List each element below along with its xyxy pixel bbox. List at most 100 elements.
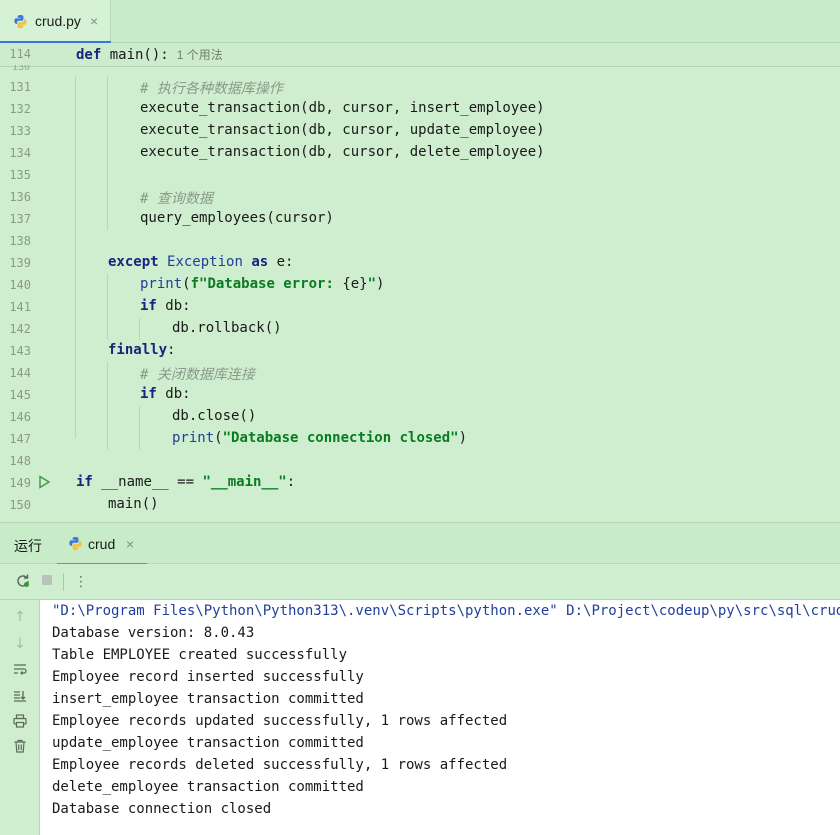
code-token: e: bbox=[276, 254, 294, 270]
python-file-icon bbox=[14, 14, 27, 29]
code-line[interactable]: 140 print(f"Database error: {e}") bbox=[0, 274, 840, 296]
code-line[interactable]: 138 bbox=[0, 230, 840, 252]
console-output-line: Employee records deleted successfully, 1… bbox=[52, 757, 508, 773]
code-token: as bbox=[251, 254, 277, 270]
line-number: 147 bbox=[9, 432, 31, 446]
code-token: # 关闭数据库连接 bbox=[140, 367, 255, 383]
print-icon[interactable] bbox=[11, 714, 29, 732]
code-token: ( bbox=[214, 430, 223, 446]
run-console-output[interactable]: "D:\Program Files\Python\Python313\.venv… bbox=[40, 600, 840, 835]
code-line[interactable]: 147 print("Database connection closed") bbox=[0, 428, 840, 450]
code-line[interactable]: 146 db.close() bbox=[0, 406, 840, 428]
scroll-to-end-icon[interactable] bbox=[11, 689, 29, 707]
code-line[interactable]: 136 # 查询数据 bbox=[0, 186, 840, 208]
console-side-rail: ↑ ↓ bbox=[0, 600, 40, 835]
code-token: : bbox=[167, 342, 176, 358]
line-number: 136 bbox=[9, 190, 31, 204]
code-text: print("Database connection closed") bbox=[172, 430, 467, 446]
sticky-code: def main(): 1 个用法 bbox=[76, 46, 223, 63]
stop-icon[interactable] bbox=[38, 573, 56, 591]
code-token: if bbox=[76, 474, 102, 490]
code-line[interactable]: 149 if __name__ == "__main__": bbox=[0, 472, 840, 494]
code-token: " bbox=[367, 276, 377, 292]
soft-wrap-icon[interactable] bbox=[11, 662, 29, 680]
code-token: db.rollback() bbox=[172, 320, 282, 336]
code-line[interactable]: 132 execute_transaction(db, cursor, inser… bbox=[0, 98, 840, 120]
code-text: print(f"Database error: {e}") bbox=[140, 276, 384, 292]
code-token: ) bbox=[376, 276, 385, 292]
run-tab-crud[interactable]: crud × bbox=[57, 523, 147, 566]
line-number: 131 bbox=[9, 80, 31, 94]
code-text: if __name__ == "__main__": bbox=[76, 474, 295, 490]
code-line[interactable]: 145 if db: bbox=[0, 384, 840, 406]
line-number: 143 bbox=[9, 344, 31, 358]
close-icon[interactable]: × bbox=[126, 536, 134, 552]
usage-hint[interactable]: 1 个用法 bbox=[177, 48, 223, 62]
code-text: db.close() bbox=[172, 408, 256, 424]
line-number: 145 bbox=[9, 388, 31, 402]
code-line[interactable]: 131 # 执行各种数据库操作 bbox=[0, 76, 840, 98]
code-token: __name__ == bbox=[101, 474, 203, 490]
rerun-icon[interactable] bbox=[14, 573, 32, 591]
code-token: execute_transaction(db, cursor, update_e… bbox=[140, 122, 545, 138]
line-number: 149 bbox=[9, 476, 31, 490]
tab-label: crud.py bbox=[35, 13, 81, 29]
code-line[interactable]: 137 query_employees(cursor) bbox=[0, 208, 840, 230]
arrow-up-icon[interactable]: ↑ bbox=[11, 608, 29, 626]
line-number: 139 bbox=[9, 256, 31, 270]
code-text: if db: bbox=[140, 298, 191, 314]
code-line[interactable]: 134 execute_transaction(db, cursor, delet… bbox=[0, 142, 840, 164]
line-number: 142 bbox=[9, 322, 31, 336]
code-token: except bbox=[108, 254, 168, 270]
console-output-line: delete_employee transaction committed bbox=[52, 779, 364, 795]
line-number: 134 bbox=[9, 146, 31, 160]
code-token: : bbox=[286, 474, 296, 490]
sticky-scope-header[interactable]: 114 def main(): 1 个用法 bbox=[0, 43, 840, 67]
console-output-line: update_employee transaction committed bbox=[52, 735, 364, 751]
code-token: execute_transaction(db, cursor, insert_e… bbox=[140, 100, 545, 116]
code-token: print bbox=[140, 276, 183, 292]
code-token: main() bbox=[108, 496, 159, 512]
code-line[interactable]: 141 if db: bbox=[0, 296, 840, 318]
toolbar-divider bbox=[63, 573, 64, 591]
function-name: main(): bbox=[109, 47, 169, 63]
tab-crud-py[interactable]: crud.py × bbox=[0, 0, 111, 44]
code-token: {e} bbox=[342, 276, 368, 292]
code-line[interactable]: 150 main() bbox=[0, 494, 840, 516]
code-text: query_employees(cursor) bbox=[140, 210, 334, 226]
arrow-down-icon[interactable]: ↓ bbox=[11, 635, 29, 653]
code-text: if db: bbox=[140, 386, 191, 402]
run-gutter-icon[interactable] bbox=[37, 475, 51, 489]
console-command-line: "D:\Program Files\Python\Python313\.venv… bbox=[52, 603, 840, 619]
code-line[interactable]: 142 db.rollback() bbox=[0, 318, 840, 340]
code-token: "Database connection closed" bbox=[222, 430, 459, 446]
code-text: # 查询数据 bbox=[140, 188, 213, 208]
more-vertical-icon[interactable]: ⋮ bbox=[72, 573, 90, 591]
code-token: if bbox=[140, 386, 166, 402]
line-number: 140 bbox=[9, 278, 31, 292]
line-number: 137 bbox=[9, 212, 31, 226]
code-line[interactable]: 143 finally: bbox=[0, 340, 840, 362]
code-line[interactable]: 148 bbox=[0, 450, 840, 472]
console-output-line: Table EMPLOYEE created successfully bbox=[52, 647, 348, 663]
code-token: query_employees(cursor) bbox=[140, 210, 334, 226]
code-token: ( bbox=[182, 276, 191, 292]
code-line[interactable]: 135 bbox=[0, 164, 840, 186]
code-text: execute_transaction(db, cursor, delete_e… bbox=[140, 144, 545, 160]
code-token: print bbox=[172, 430, 215, 446]
code-token: ) bbox=[458, 430, 468, 446]
editor-tab-bar: crud.py × bbox=[0, 0, 840, 44]
hidden-line-number: 130 bbox=[11, 65, 30, 71]
code-line[interactable]: 133 execute_transaction(db, cursor, updat… bbox=[0, 120, 840, 142]
trash-icon[interactable] bbox=[11, 739, 29, 757]
code-line[interactable]: 144 # 关闭数据库连接 bbox=[0, 362, 840, 384]
keyword-def: def bbox=[76, 47, 110, 63]
code-token: if bbox=[140, 298, 166, 314]
code-line[interactable]: 139 except Exception as e: bbox=[0, 252, 840, 274]
code-editor[interactable]: 131 # 执行各种数据库操作 132 execute_transaction(db,… bbox=[0, 76, 840, 522]
code-text: # 执行各种数据库操作 bbox=[140, 78, 283, 98]
run-tab-label: crud bbox=[88, 536, 116, 552]
close-icon[interactable]: × bbox=[90, 13, 98, 29]
line-number: 144 bbox=[9, 366, 31, 380]
code-token: f"Database error: bbox=[190, 276, 343, 292]
